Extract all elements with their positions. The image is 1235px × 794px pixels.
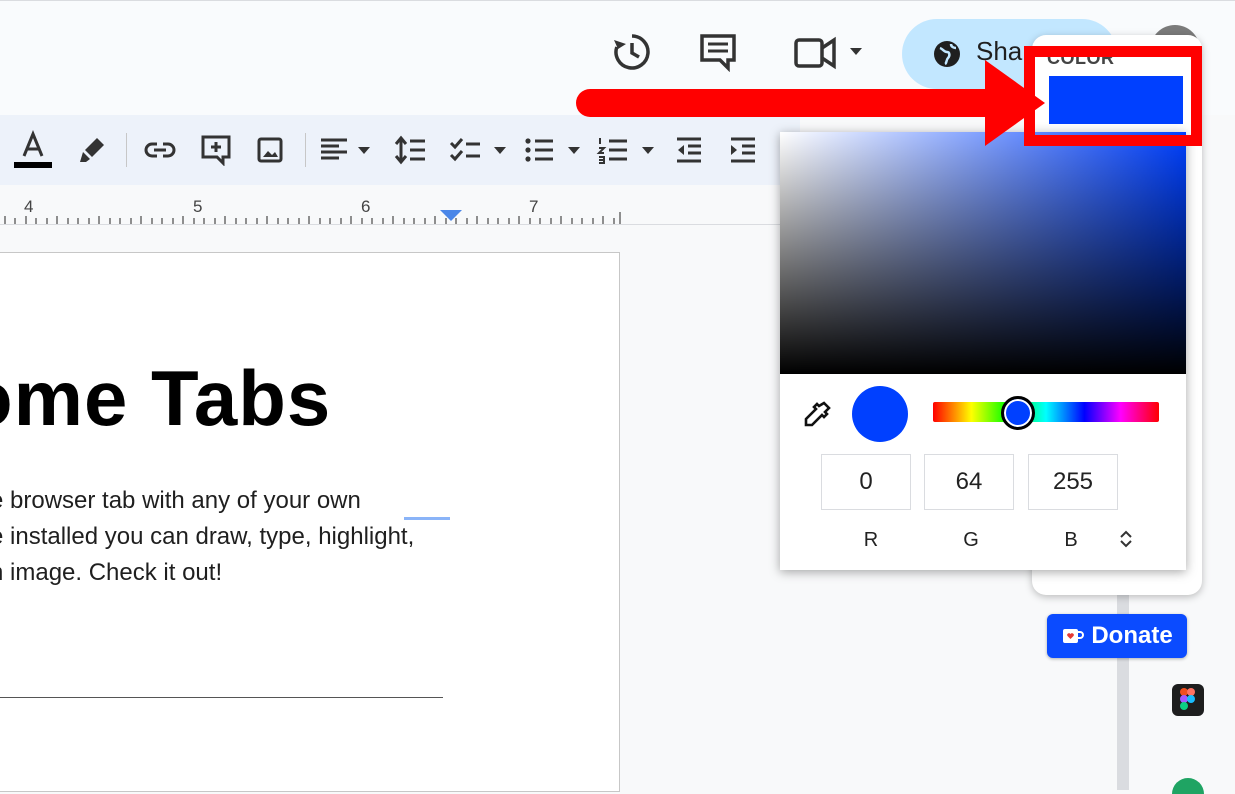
ruler-mark: 7	[529, 197, 539, 216]
text-color-icon[interactable]	[12, 130, 54, 170]
horizontal-rule	[0, 697, 443, 698]
figma-icon[interactable]	[1172, 684, 1204, 716]
donate-label: Donate	[1091, 622, 1173, 649]
color-preview-swatch	[852, 386, 908, 442]
red-value-field[interactable]: 0	[821, 454, 911, 510]
ruler-mark: 4	[24, 197, 34, 216]
paragraph-line: n image. Check it out!	[0, 559, 223, 586]
red-label: R	[863, 529, 879, 551]
eyedropper-icon[interactable]	[802, 400, 832, 435]
green-value-field[interactable]: 64	[924, 454, 1014, 510]
document-paragraph: e browser tab with any of your own e ins…	[0, 483, 450, 591]
annotation-arrow-shaft	[576, 89, 1006, 117]
line-spacing-icon[interactable]	[390, 130, 430, 170]
green-label: G	[963, 529, 979, 551]
indent-increase-icon[interactable]	[724, 130, 762, 170]
video-icon[interactable]	[790, 30, 870, 74]
checklist-icon[interactable]	[448, 130, 510, 170]
align-icon[interactable]	[318, 130, 376, 170]
ruler-mark: 5	[193, 197, 203, 216]
numbered-list-icon[interactable]	[596, 130, 658, 170]
ruler[interactable]	[0, 188, 780, 225]
donate-button[interactable]: Donate	[1047, 614, 1187, 658]
ruler-mark: 6	[361, 197, 371, 216]
paragraph-line: e browser tab with any of your own	[0, 487, 361, 514]
blue-label: B	[1064, 529, 1078, 551]
indent-decrease-icon[interactable]	[670, 130, 708, 170]
document-title: ome Tabs	[0, 354, 332, 442]
history-icon[interactable]	[610, 30, 654, 74]
hue-slider[interactable]	[933, 402, 1159, 422]
annotation-highlight-box	[1024, 46, 1202, 146]
link-icon[interactable]	[140, 130, 180, 170]
spellcheck-underline	[404, 517, 450, 520]
saturation-value-area[interactable]	[780, 132, 1186, 374]
side-panel-app-icon[interactable]	[1172, 778, 1204, 794]
coffee-cup-icon	[1063, 629, 1085, 643]
add-comment-icon[interactable]	[196, 130, 236, 170]
paragraph-line: e installed you can draw, type, highligh…	[0, 523, 415, 550]
comment-icon[interactable]	[696, 30, 740, 74]
updown-icon[interactable]	[1118, 530, 1134, 553]
document-page[interactable]: ome Tabs e browser tab with any of your …	[0, 252, 620, 792]
bullet-list-icon[interactable]	[522, 130, 584, 170]
blue-value-field[interactable]: 255	[1028, 454, 1118, 510]
globe-icon	[932, 39, 962, 74]
annotation-arrow-head	[985, 60, 1045, 146]
image-icon[interactable]	[250, 130, 290, 170]
highlighter-icon[interactable]	[72, 130, 112, 170]
color-picker: 0 64 255 R G B	[780, 132, 1186, 570]
hue-slider-handle[interactable]	[1001, 396, 1035, 430]
